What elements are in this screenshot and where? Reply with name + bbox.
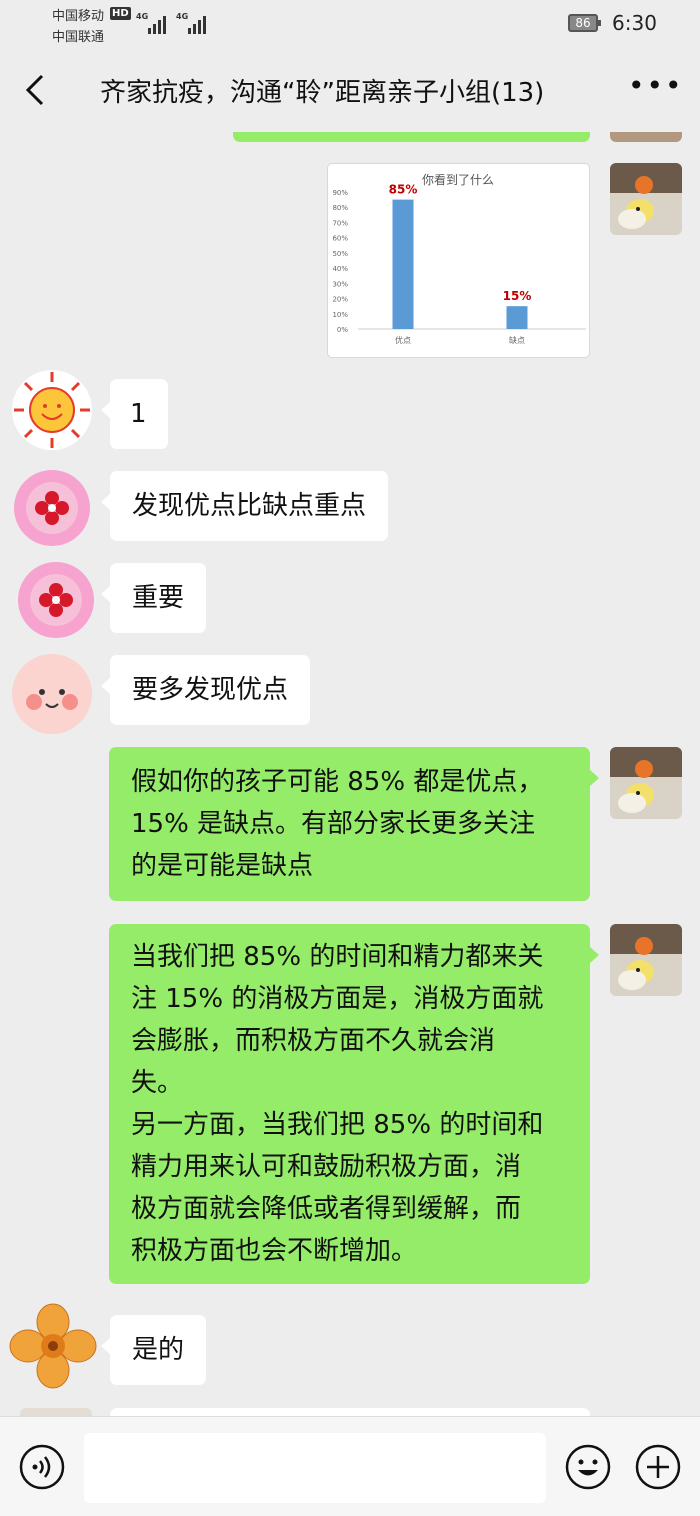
bar: [506, 306, 528, 329]
avatar-self[interactable]: [610, 163, 682, 235]
message-text: 重要: [132, 583, 185, 613]
chat-title: 齐家抗疫，沟通“聆”距离亲子小组(13): [100, 78, 545, 108]
clock: 6:30: [612, 11, 657, 35]
plus-icon: [635, 1444, 681, 1490]
x-tick-label: 缺点: [509, 335, 525, 345]
bar: [392, 199, 414, 329]
pokemon-avatar-icon: [610, 924, 682, 996]
avatar-sun[interactable]: [10, 368, 94, 452]
status-bar: 中国移动 HD 中国联通 4G 4G 86 6:30: [0, 0, 700, 48]
flower-avatar-icon: [18, 562, 94, 638]
message-input[interactable]: [84, 1433, 546, 1503]
avatar-flower-1[interactable]: [10, 466, 94, 550]
more-button[interactable]: •••: [628, 72, 682, 104]
y-tick-label: 10%: [332, 311, 348, 319]
y-tick-label: 50%: [332, 250, 348, 258]
flower-avatar-icon: [14, 470, 90, 546]
y-tick-label: 40%: [332, 265, 348, 273]
y-tick-label: 0%: [337, 326, 348, 334]
message-bubble-partial[interactable]: [110, 1408, 590, 1416]
message-line: 15% 是缺点。有部分家长更多关注: [131, 809, 536, 839]
message-line: 的是可能是缺点: [131, 851, 314, 881]
message-bubble[interactable]: 要多发现优点: [100, 655, 311, 725]
avatar[interactable]: [20, 1408, 92, 1416]
avatar-orange-flower[interactable]: [8, 1302, 98, 1390]
y-tick-label: 60%: [332, 235, 348, 243]
message-text: 1: [130, 399, 147, 429]
message-text: 要多发现优点: [132, 675, 289, 705]
avatar-self[interactable]: [610, 747, 682, 819]
message-line: 极方面就会降低或者得到缓解，而: [131, 1194, 522, 1224]
avatar[interactable]: [610, 132, 682, 142]
carrier-1: 中国移动: [52, 9, 105, 24]
message-bubble[interactable]: 是的: [100, 1315, 207, 1385]
avatar-flower-2[interactable]: [14, 558, 98, 642]
message-line: 失。: [131, 1068, 184, 1098]
message-line: 积极方面也会不断增加。: [131, 1236, 418, 1266]
data-label: 15%: [503, 289, 532, 303]
message-line: 会膨胀，而积极方面不久就会消: [131, 1026, 496, 1056]
message-bubble[interactable]: 当我们把 85% 的时间和精力都来关 注 15% 的消极方面是，消极方面就 会膨…: [109, 924, 599, 1284]
message-bubble[interactable]: 重要: [100, 563, 207, 633]
cute-face-avatar-icon: [12, 654, 92, 734]
y-tick-label: 80%: [332, 204, 348, 212]
pokemon-avatar-icon: [610, 747, 682, 819]
message-line: 假如你的孩子可能 85% 都是优点，: [131, 767, 544, 797]
input-bar: [0, 1416, 700, 1516]
message-list[interactable]: 你看到了什么 0% 10% 20% 30% 40% 50% 60% 70% 80% 90% 85% 优…: [0, 132, 700, 1416]
title-bar: 齐家抗疫，沟通“聆”距离亲子小组(13) •••: [0, 48, 700, 132]
voice-icon: [19, 1444, 65, 1490]
emoji-button[interactable]: [564, 1443, 612, 1491]
chart-title: 你看到了什么: [422, 173, 494, 187]
x-tick-label: 优点: [395, 335, 411, 345]
y-tick-label: 30%: [332, 280, 348, 288]
sun-avatar-icon: [12, 370, 92, 450]
message-line: 当我们把 85% 的时间和精力都来关: [131, 942, 544, 972]
avatar-self[interactable]: [610, 924, 682, 996]
chevron-left-icon: [25, 74, 44, 106]
emoji-icon: [565, 1444, 611, 1490]
back-button[interactable]: [18, 70, 52, 110]
message-bubble-partial[interactable]: [233, 132, 590, 142]
message-line: 精力用来认可和鼓励积极方面，消: [131, 1152, 522, 1182]
avatar-blob[interactable]: [8, 650, 96, 738]
y-tick-label: 20%: [332, 296, 348, 304]
chart-image-message[interactable]: 你看到了什么 0% 10% 20% 30% 40% 50% 60% 70% 80% 90% 85% 优…: [327, 163, 590, 358]
message-bubble[interactable]: 假如你的孩子可能 85% 都是优点， 15% 是缺点。有部分家长更多关注 的是可…: [109, 747, 599, 901]
orange-flower-avatar-icon: [8, 1302, 98, 1390]
signal-icon-1: 4G: [136, 12, 172, 34]
y-tick-label: 70%: [332, 219, 348, 227]
signal-icon-2: 4G: [176, 12, 212, 34]
data-label: 85%: [389, 183, 418, 197]
message-bubble[interactable]: 发现优点比缺点重点: [100, 471, 389, 541]
message-text: 是的: [132, 1335, 185, 1365]
plus-button[interactable]: [634, 1443, 682, 1491]
message-line: 注 15% 的消极方面是，消极方面就: [131, 984, 544, 1014]
bar-chart: 你看到了什么 0% 10% 20% 30% 40% 50% 60% 70% 80% 90% 85% 优…: [332, 173, 586, 345]
hd-badge: HD: [110, 7, 131, 20]
message-line: 另一方面，当我们把 85% 的时间和: [131, 1110, 544, 1140]
message-bubble[interactable]: 1: [101, 379, 168, 449]
message-text: 发现优点比缺点重点: [132, 491, 367, 521]
pokemon-avatar-icon: [610, 163, 682, 235]
voice-button[interactable]: [18, 1443, 66, 1491]
y-tick-label: 90%: [332, 189, 348, 197]
carrier-2: 中国联通: [52, 30, 105, 45]
battery-icon: 86: [568, 14, 601, 32]
